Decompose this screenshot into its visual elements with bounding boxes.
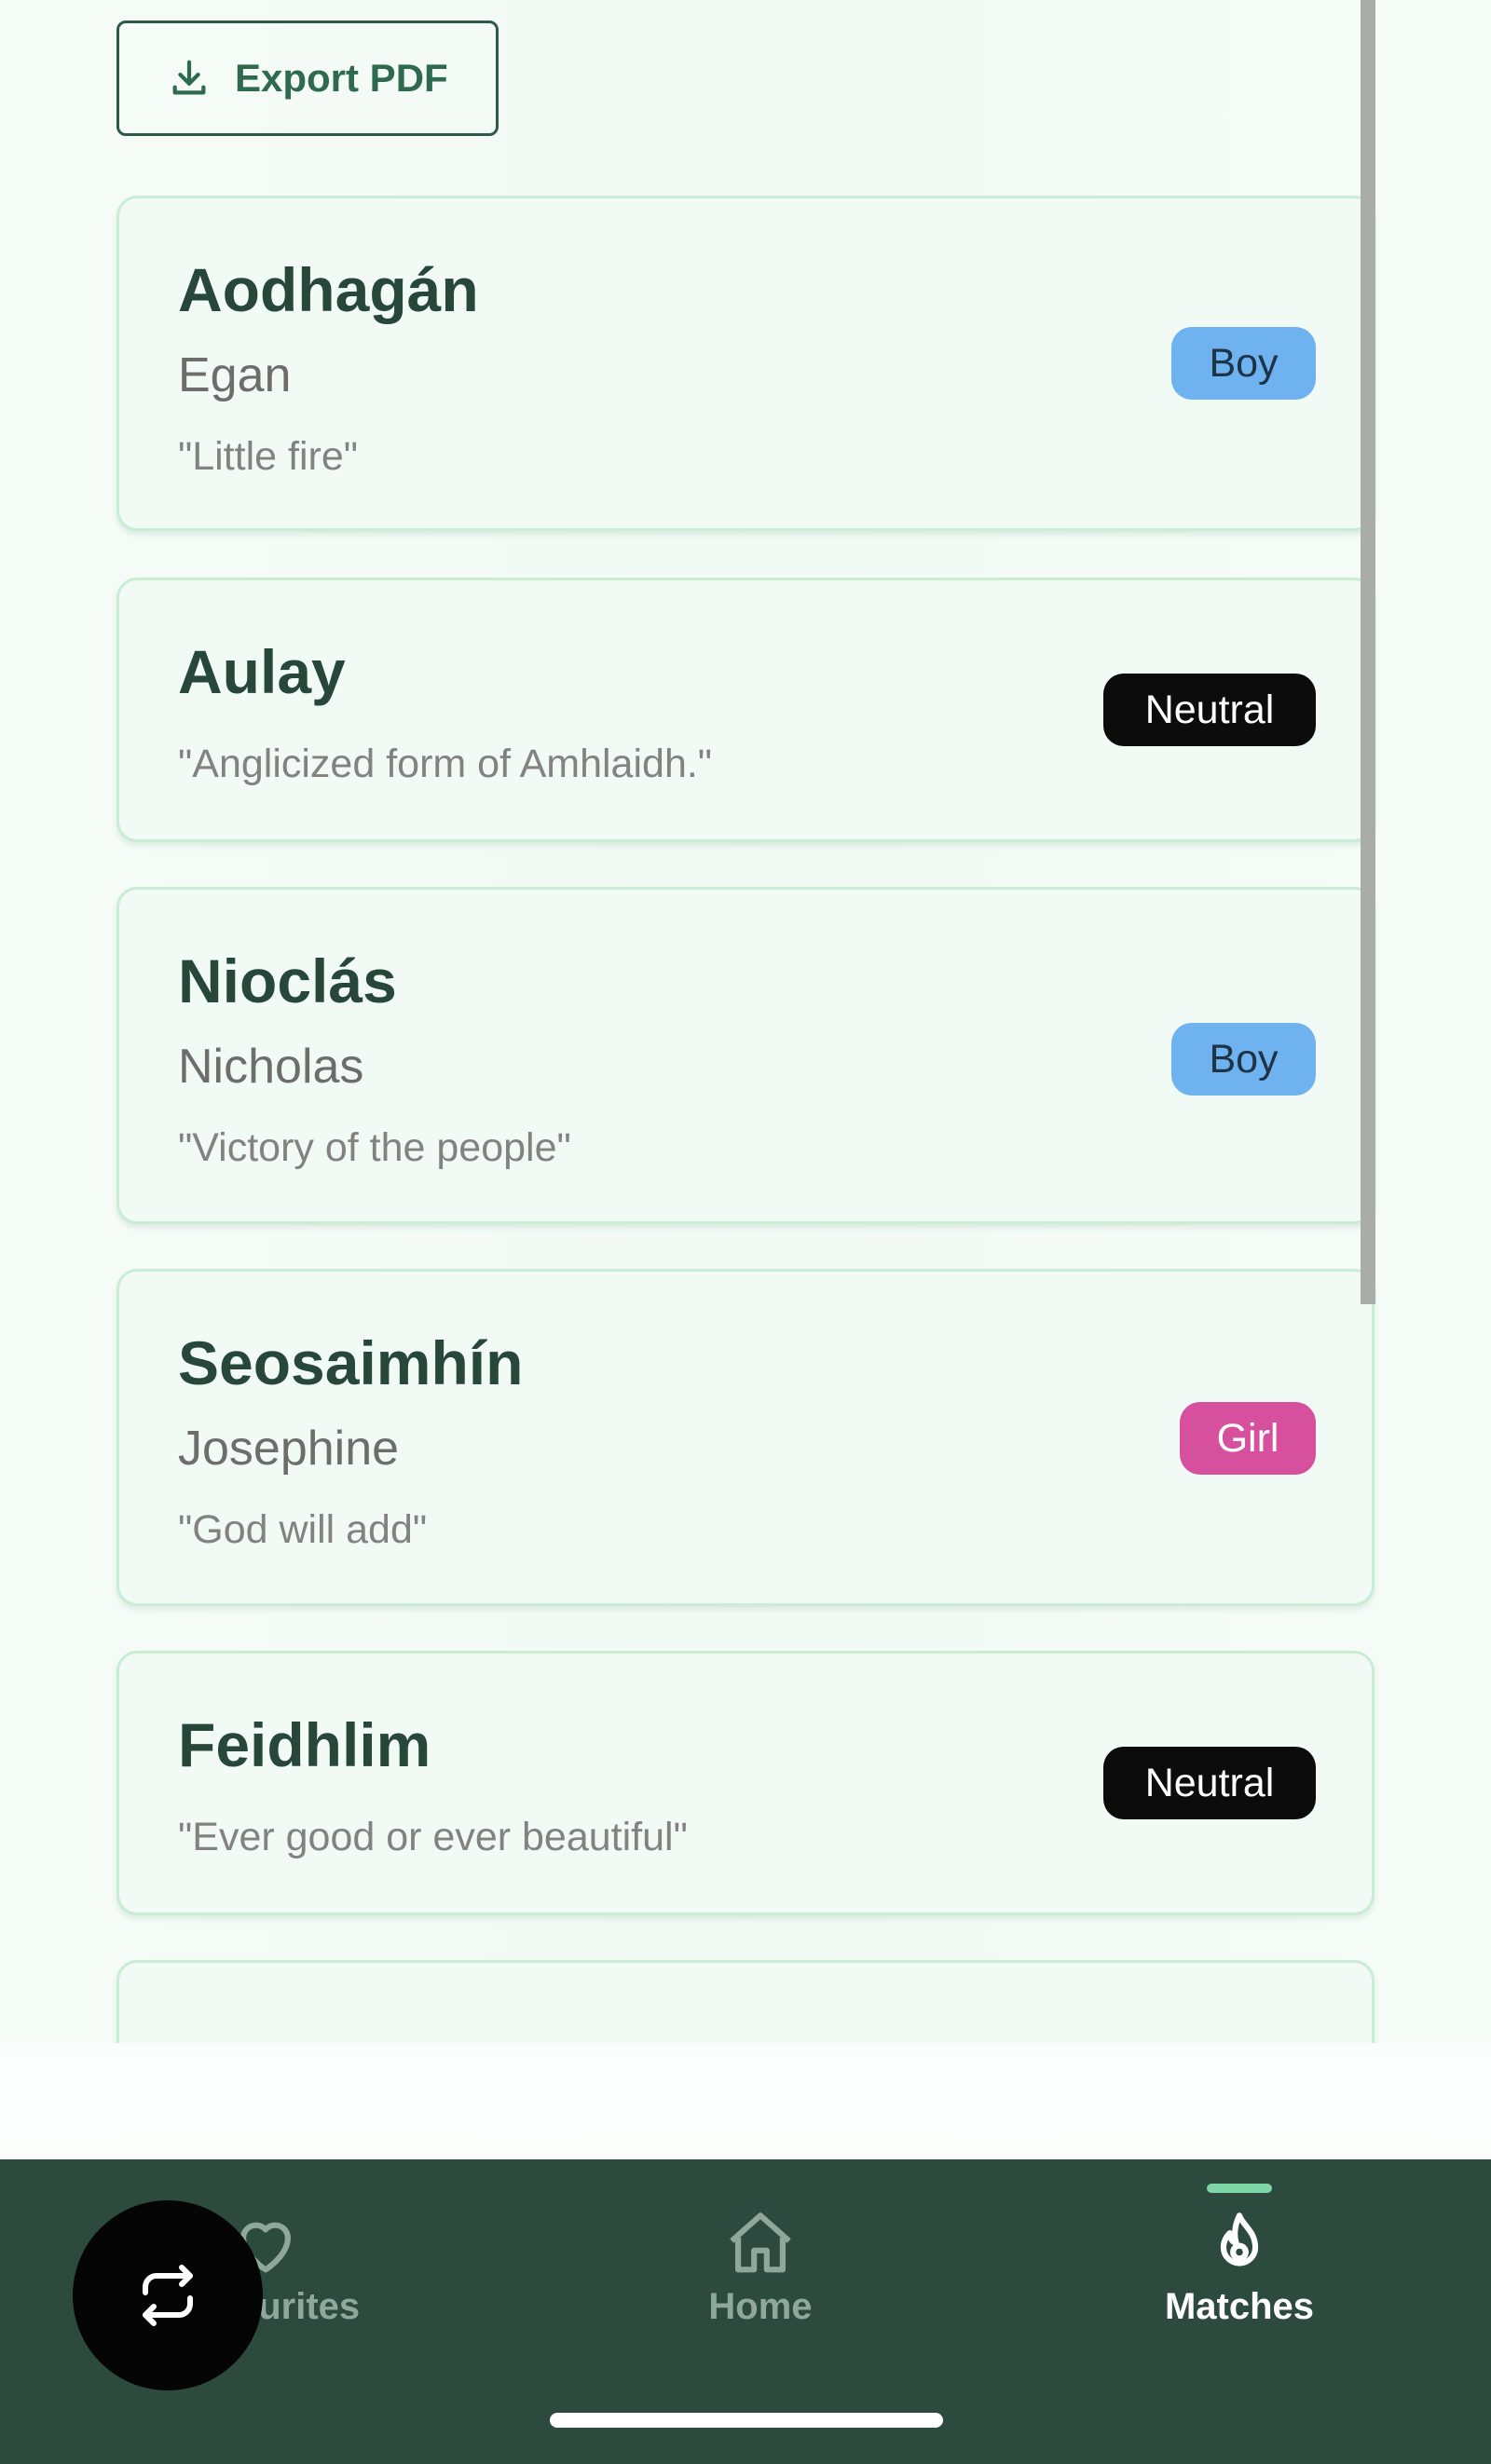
irish-name: Nioclás: [178, 946, 397, 1015]
nav-item-matches[interactable]: Matches: [1053, 2159, 1426, 2364]
home-icon: [730, 2212, 791, 2273]
gender-badge: Boy: [1171, 327, 1316, 400]
name-card[interactable]: Aodhagán Egan "Little fire" Boy: [116, 196, 1375, 531]
name-card[interactable]: Feidhlim "Ever good or ever beautiful" N…: [116, 1651, 1375, 1915]
gender-badge: Neutral: [1103, 674, 1316, 746]
flame-icon: [1220, 2212, 1259, 2267]
name-meaning: "Little fire": [178, 434, 359, 479]
repeat-icon: [143, 2265, 193, 2326]
name-card-partial[interactable]: [116, 1960, 1375, 2043]
gender-badge: Girl: [1180, 1402, 1316, 1475]
english-name: Nicholas: [178, 1040, 364, 1094]
download-icon: [172, 60, 206, 95]
irish-name: Aodhagán: [178, 255, 479, 324]
nav-label-matches: Matches: [1164, 2286, 1315, 2327]
matches-list[interactable]: Export PDF Aodhagán Egan "Little fire" B…: [0, 0, 1491, 2043]
irish-name: Seosaimhín: [178, 1328, 524, 1397]
name-meaning: "Ever good or ever beautiful": [178, 1815, 688, 1859]
name-card[interactable]: Seosaimhín Josephine "God will add" Girl: [116, 1269, 1375, 1606]
name-meaning: "Anglicized form of Amhlaidh.": [178, 742, 713, 786]
nav-item-home[interactable]: Home: [574, 2159, 947, 2364]
name-meaning: "God will add": [178, 1507, 428, 1552]
system-home-indicator[interactable]: [550, 2413, 943, 2428]
scrollbar[interactable]: [1361, 0, 1375, 1304]
export-pdf-label: Export PDF: [235, 56, 448, 100]
active-tab-indicator: [1207, 2184, 1272, 2193]
gender-badge: Boy: [1171, 1023, 1316, 1096]
gender-badge: Neutral: [1103, 1747, 1316, 1819]
nav-label-home: Home: [708, 2286, 813, 2327]
export-pdf-button[interactable]: Export PDF: [116, 20, 499, 136]
english-name: Josephine: [178, 1422, 400, 1476]
shuffle-fab-button[interactable]: [73, 2200, 263, 2390]
irish-name: Feidhlim: [178, 1710, 431, 1779]
name-card[interactable]: Aulay "Anglicized form of Amhlaidh." Neu…: [116, 578, 1375, 842]
name-meaning: "Victory of the people": [178, 1125, 571, 1170]
app-screen: Export PDF Aodhagán Egan "Little fire" B…: [0, 0, 1491, 2464]
irish-name: Aulay: [178, 637, 346, 706]
name-card[interactable]: Nioclás Nicholas "Victory of the people"…: [116, 887, 1375, 1224]
english-name: Egan: [178, 348, 292, 402]
